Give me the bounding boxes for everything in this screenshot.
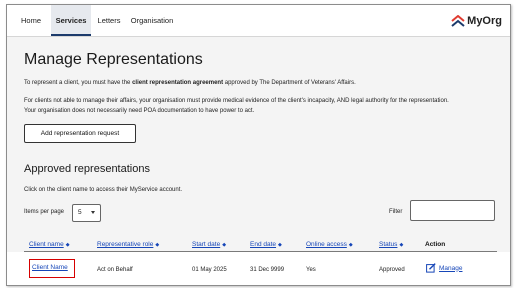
client-name-text: Client Name [32,264,68,271]
column-header-label: Status [379,241,398,248]
items-per-page-value: 5 [78,209,82,216]
chevron-logo-icon [451,15,465,27]
online-access-cell: Yes [306,267,316,273]
column-header-online-access[interactable]: Online access ◆ [306,241,353,248]
column-header-end-date[interactable]: End date ◆ [250,241,282,248]
manage-link[interactable]: Manage [426,263,463,273]
top-nav: Home Services Letters Organisation MyOrg [7,5,510,37]
representative-role-cell: Act on Behalf [97,267,133,273]
column-header-label: Representative role [97,241,154,248]
column-header-label: Client name [29,241,64,248]
column-header-label: Online access [306,241,347,248]
add-representation-request-button[interactable]: Add representation request [24,124,136,143]
tab-services[interactable]: Services [51,5,91,36]
approved-help-text: Click on the client name to access their… [24,187,183,193]
sort-icon: ◆ [155,242,160,248]
column-header-client-name[interactable]: Client name ◆ [29,241,70,248]
app-window: Home Services Letters Organisation MyOrg… [6,4,511,286]
tab-organisation-label: Organisation [130,16,174,25]
column-header-action: Action [425,241,446,248]
tab-services-label: Services [55,16,87,25]
column-header-label: Start date [192,241,221,248]
client-name-link[interactable]: Client Name [29,259,75,278]
sort-icon: ◆ [399,242,404,248]
end-date-cell: 31 Dec 9999 [250,267,285,273]
tab-home[interactable]: Home [17,5,45,36]
intro-prefix: To represent a client, you must have the [24,80,133,86]
intro-suffix: approved by The Department of Veterans' … [223,80,356,86]
items-per-page-label: Items per page [24,209,65,215]
tab-letters[interactable]: Letters [95,5,123,36]
main-content: Manage Representations To represent a cl… [7,37,510,285]
intro-paragraph: To represent a client, you must have the… [24,80,356,86]
start-date-cell: 01 May 2025 [192,267,227,273]
myorg-logo[interactable]: MyOrg [451,12,502,30]
column-header-status[interactable]: Status ◆ [379,241,403,248]
poa-paragraph-line2: Your organisation does not necessarily n… [24,108,255,114]
tab-home-label: Home [20,16,41,25]
manage-link-label: Manage [439,264,463,272]
sort-icon: ◆ [65,242,70,248]
filter-label: Filter [389,209,403,215]
tab-organisation[interactable]: Organisation [129,5,175,36]
column-header-label: End date [250,241,277,248]
column-header-representative-role[interactable]: Representative role ◆ [97,241,159,248]
status-cell: Approved [379,267,405,273]
tab-letters-label: Letters [97,16,121,25]
chevron-down-icon [91,211,95,214]
items-per-page-select[interactable]: 5 [72,204,101,222]
sort-icon: ◆ [222,242,227,248]
page-title: Manage Representations [24,51,203,68]
filter-input[interactable] [410,200,495,221]
logo-text: MyOrg [467,15,502,27]
poa-paragraph-line1: For clients not able to manage their aff… [24,98,449,104]
intro-bold: client representation agreement [132,80,224,86]
approved-section-title: Approved representations [24,163,150,175]
sort-icon: ◆ [348,242,353,248]
edit-icon [426,263,436,273]
column-header-start-date[interactable]: Start date ◆ [192,241,226,248]
sort-icon: ◆ [278,242,282,248]
